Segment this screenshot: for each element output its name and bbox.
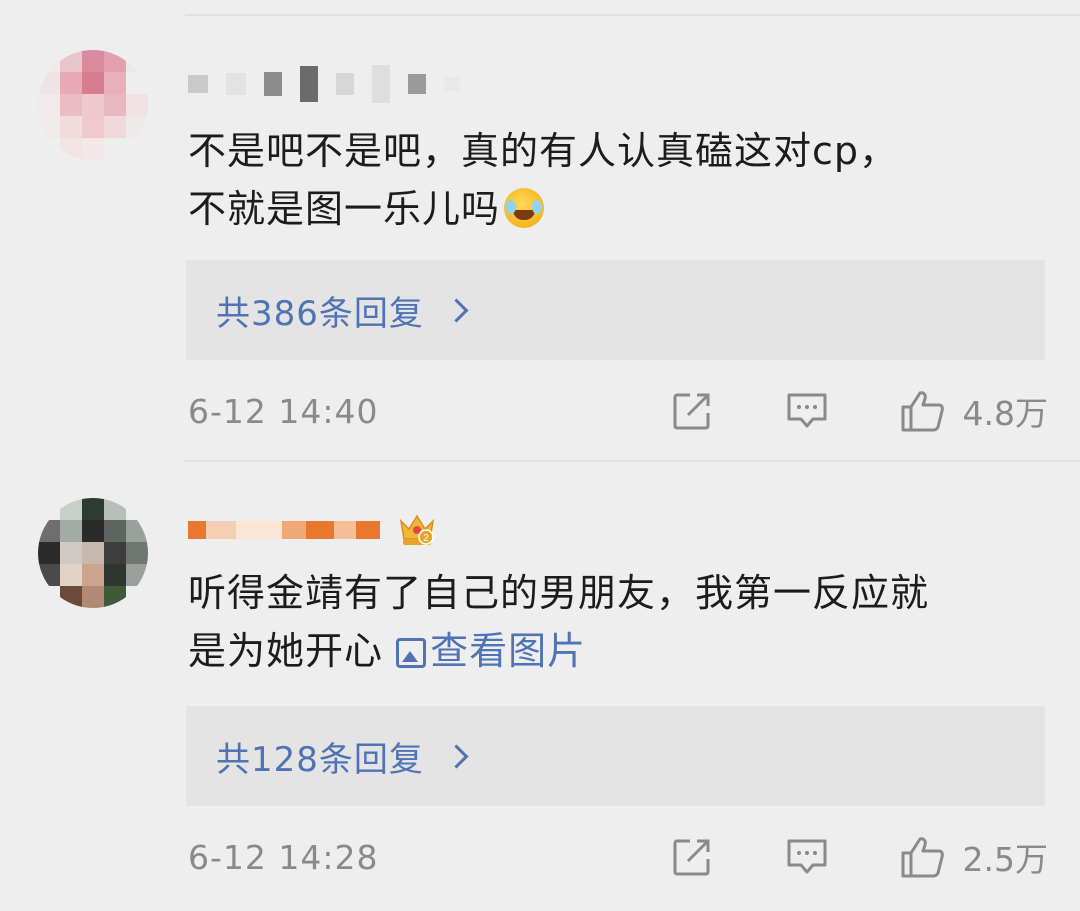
username[interactable]: [188, 64, 460, 104]
comment-meta: 6-12 14:40 4.8万: [188, 386, 1048, 436]
avatar[interactable]: [38, 50, 148, 160]
comment-icon: [787, 393, 827, 428]
share-button[interactable]: [671, 836, 713, 878]
comment-button[interactable]: [785, 837, 829, 877]
share-icon: [673, 393, 710, 430]
comment-text: 不是吧不是吧，真的有人认真磕这对cp， 不就是图一乐儿吗: [188, 122, 1048, 238]
svg-text:2: 2: [423, 533, 429, 544]
like-count: 4.8万: [962, 394, 1048, 433]
like-count: 2.5万: [962, 840, 1048, 879]
comment-time: 6-12 14:28: [188, 837, 379, 877]
avatar[interactable]: [38, 498, 148, 608]
username[interactable]: 2: [188, 510, 436, 550]
thumbs-up-icon: [901, 391, 944, 432]
comment-time: 6-12 14:40: [188, 391, 379, 431]
view-image-link[interactable]: 查看图片: [396, 629, 586, 673]
reply-count-button[interactable]: 共128条回复: [186, 706, 1045, 806]
comment-button[interactable]: [785, 391, 829, 431]
crown-badge-icon: 2: [398, 513, 436, 547]
comment-text: 听得金靖有了自己的男朋友，我第一反应就 是为她开心 查看图片: [188, 564, 1048, 680]
thumbs-up-icon: [901, 837, 944, 878]
laugh-cry-icon: [504, 188, 545, 228]
comment-text-line: 是为她开心 查看图片: [188, 622, 1048, 680]
comment-item: 不是吧不是吧，真的有人认真磕这对cp， 不就是图一乐儿吗 共386条回复 6-1…: [0, 0, 1080, 460]
image-icon: [396, 638, 427, 668]
like-button[interactable]: 2.5万: [899, 833, 1048, 881]
comment-item: 2 听得金靖有了自己的男朋友，我第一反应就 是为她开心 查看图片 共128条回复…: [0, 462, 1080, 911]
chevron-right-icon: [444, 297, 469, 323]
comment-actions: 2.5万: [671, 832, 1048, 882]
comment-text-line: 听得金靖有了自己的男朋友，我第一反应就: [188, 571, 930, 615]
comment-meta: 6-12 14:28 2.5万: [188, 832, 1048, 882]
comment-text-segment: 是为她开心: [188, 629, 384, 673]
chevron-right-icon: [444, 743, 469, 769]
reply-count-label: 共386条回复: [216, 293, 424, 334]
share-button[interactable]: [671, 390, 713, 432]
username-mosaic: [188, 521, 380, 539]
reply-count-label: 共128条回复: [216, 739, 424, 780]
comment-icon: [787, 839, 827, 874]
comment-actions: 4.8万: [671, 386, 1048, 436]
username-mosaic: [188, 65, 460, 103]
comment-text-line: 不是吧不是吧，真的有人认真磕这对cp，: [188, 129, 899, 173]
reply-count-button[interactable]: 共386条回复: [186, 260, 1045, 360]
comment-text-segment: 不就是图一乐儿吗: [188, 187, 501, 231]
view-image-label: 查看图片: [430, 629, 587, 673]
share-icon: [673, 839, 710, 876]
like-button[interactable]: 4.8万: [899, 387, 1048, 435]
comment-text-line: 不就是图一乐儿吗: [188, 180, 1048, 238]
